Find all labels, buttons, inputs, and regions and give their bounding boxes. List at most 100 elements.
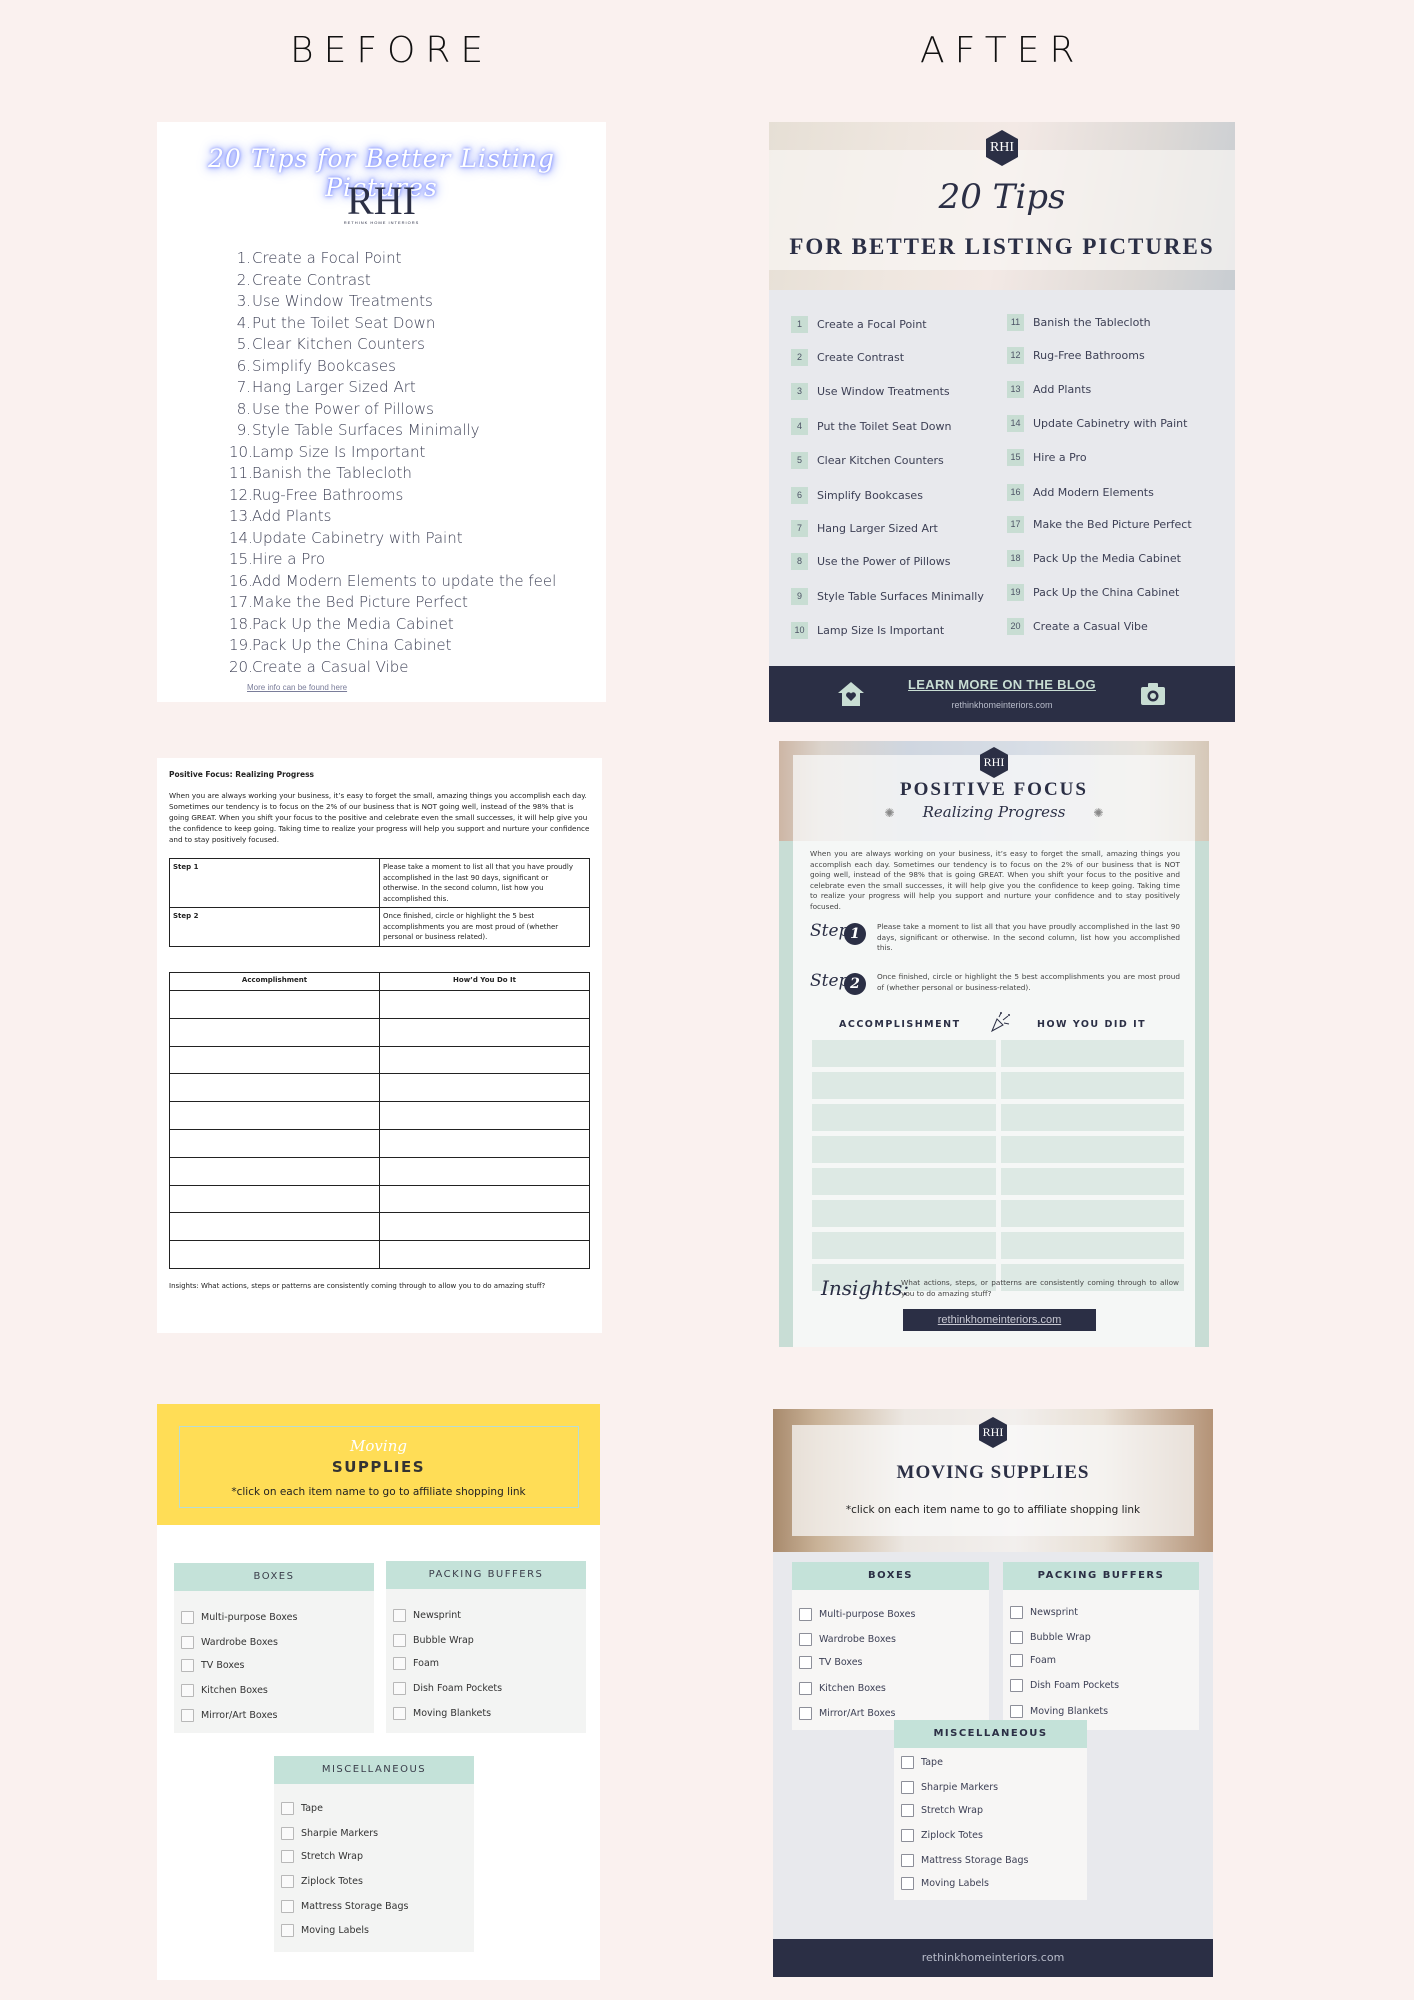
checkbox[interactable] (181, 1659, 194, 1672)
checkbox[interactable] (181, 1684, 194, 1697)
item-link[interactable]: Wardrobe Boxes (819, 1634, 896, 1645)
item-link[interactable]: Sharpie Markers (301, 1828, 378, 1839)
checkbox[interactable] (181, 1611, 194, 1624)
accomplishment-cell[interactable] (812, 1104, 996, 1131)
accomplishment-cell[interactable] (812, 1072, 996, 1099)
how-cell[interactable] (1001, 1072, 1184, 1099)
checklist-item[interactable]: TV Boxes (181, 1659, 244, 1672)
checklist-item[interactable]: Stretch Wrap (281, 1850, 363, 1863)
item-link[interactable]: Stretch Wrap (301, 1851, 363, 1862)
checkbox[interactable] (799, 1656, 812, 1669)
item-link[interactable]: Kitchen Boxes (201, 1685, 268, 1696)
checklist-item[interactable]: Ziplock Totes (901, 1829, 983, 1842)
accomplishment-cell[interactable] (169, 1156, 380, 1186)
checkbox[interactable] (901, 1756, 914, 1769)
checkbox[interactable] (393, 1609, 406, 1622)
checklist-item[interactable]: Wardrobe Boxes (181, 1636, 278, 1649)
item-link[interactable]: Dish Foam Pockets (1030, 1680, 1119, 1691)
how-cell[interactable] (379, 1212, 590, 1242)
checklist-item[interactable]: Moving Labels (901, 1877, 989, 1890)
checklist-item[interactable]: Moving Blankets (1010, 1705, 1108, 1718)
how-cell[interactable] (379, 1184, 590, 1214)
checklist-item[interactable]: Multi-purpose Boxes (799, 1608, 915, 1621)
item-link[interactable]: Mirror/Art Boxes (201, 1710, 278, 1721)
how-cell[interactable] (1001, 1200, 1184, 1227)
checkbox[interactable] (901, 1829, 914, 1842)
how-cell[interactable] (1001, 1040, 1184, 1067)
checklist-item[interactable]: Mattress Storage Bags (901, 1854, 1028, 1867)
how-cell[interactable] (1001, 1136, 1184, 1163)
item-link[interactable]: Mattress Storage Bags (301, 1901, 408, 1912)
how-cell[interactable] (379, 1101, 590, 1130)
checkbox[interactable] (1010, 1631, 1023, 1644)
item-link[interactable]: Stretch Wrap (921, 1805, 983, 1816)
item-link[interactable]: Mattress Storage Bags (921, 1855, 1028, 1866)
item-link[interactable]: Foam (1030, 1655, 1056, 1666)
how-cell[interactable] (1001, 1168, 1184, 1195)
checkbox[interactable] (281, 1827, 294, 1840)
checklist-item[interactable]: TV Boxes (799, 1656, 862, 1669)
checkbox[interactable] (281, 1900, 294, 1913)
checkbox[interactable] (181, 1636, 194, 1649)
accomplishment-cell[interactable] (812, 1040, 996, 1067)
accomplishment-cell[interactable] (169, 1240, 380, 1269)
how-cell[interactable] (379, 1156, 590, 1186)
checkbox[interactable] (281, 1875, 294, 1888)
item-link[interactable]: Wardrobe Boxes (201, 1637, 278, 1648)
checklist-item[interactable]: Kitchen Boxes (799, 1682, 886, 1695)
how-cell[interactable] (379, 1240, 590, 1269)
checkbox[interactable] (1010, 1654, 1023, 1667)
checkbox[interactable] (281, 1850, 294, 1863)
item-link[interactable]: Foam (413, 1658, 439, 1669)
checklist-item[interactable]: Mirror/Art Boxes (181, 1709, 278, 1722)
item-link[interactable]: Multi-purpose Boxes (201, 1612, 297, 1623)
item-link[interactable]: Ziplock Totes (301, 1876, 363, 1887)
how-cell[interactable] (379, 1017, 590, 1047)
checkbox[interactable] (901, 1804, 914, 1817)
how-cell[interactable] (379, 1128, 590, 1158)
checkbox[interactable] (799, 1633, 812, 1646)
how-cell[interactable] (379, 990, 590, 1019)
accomplishment-cell[interactable] (169, 1017, 380, 1047)
site-footer[interactable]: rethinkhomeinteriors.com (773, 1939, 1213, 1977)
how-cell[interactable] (379, 1045, 590, 1075)
accomplishment-cell[interactable] (812, 1168, 996, 1195)
accomplishment-cell[interactable] (169, 1073, 380, 1103)
checklist-item[interactable]: Ziplock Totes (281, 1875, 363, 1888)
site-url-link[interactable]: rethinkhomeinteriors.com (903, 1309, 1096, 1331)
item-link[interactable]: Sharpie Markers (921, 1782, 998, 1793)
checkbox[interactable] (799, 1682, 812, 1695)
checklist-item[interactable]: Tape (281, 1802, 323, 1815)
item-link[interactable]: Moving Labels (301, 1925, 369, 1936)
checklist-item[interactable]: Bubble Wrap (393, 1634, 474, 1647)
checklist-item[interactable]: Wardrobe Boxes (799, 1633, 896, 1646)
checkbox[interactable] (281, 1924, 294, 1937)
accomplishment-cell[interactable] (169, 990, 380, 1019)
item-link[interactable]: Mirror/Art Boxes (819, 1708, 896, 1719)
item-link[interactable]: Ziplock Totes (921, 1830, 983, 1841)
checklist-item[interactable]: Sharpie Markers (281, 1827, 378, 1840)
checkbox[interactable] (1010, 1679, 1023, 1692)
accomplishment-cell[interactable] (812, 1200, 996, 1227)
checklist-item[interactable]: Stretch Wrap (901, 1804, 983, 1817)
item-link[interactable]: Tape (921, 1757, 943, 1768)
item-link[interactable]: Moving Labels (921, 1878, 989, 1889)
checklist-item[interactable]: Bubble Wrap (1010, 1631, 1091, 1644)
item-link[interactable]: Newsprint (413, 1610, 461, 1621)
checklist-item[interactable]: Newsprint (1010, 1606, 1078, 1619)
checkbox[interactable] (393, 1707, 406, 1720)
item-link[interactable]: TV Boxes (819, 1657, 862, 1668)
checklist-item[interactable]: Moving Blankets (393, 1707, 491, 1720)
accomplishment-cell[interactable] (169, 1101, 380, 1130)
checklist-item[interactable]: Dish Foam Pockets (393, 1682, 502, 1695)
checklist-item[interactable]: Foam (393, 1657, 439, 1670)
checkbox[interactable] (181, 1709, 194, 1722)
item-link[interactable]: Bubble Wrap (1030, 1632, 1091, 1643)
checklist-item[interactable]: Kitchen Boxes (181, 1684, 268, 1697)
checklist-item[interactable]: Dish Foam Pockets (1010, 1679, 1119, 1692)
checklist-item[interactable]: Multi-purpose Boxes (181, 1611, 297, 1624)
accomplishment-cell[interactable] (812, 1136, 996, 1163)
how-cell[interactable] (1001, 1104, 1184, 1131)
checklist-item[interactable]: Foam (1010, 1654, 1056, 1667)
item-link[interactable]: Multi-purpose Boxes (819, 1609, 915, 1620)
